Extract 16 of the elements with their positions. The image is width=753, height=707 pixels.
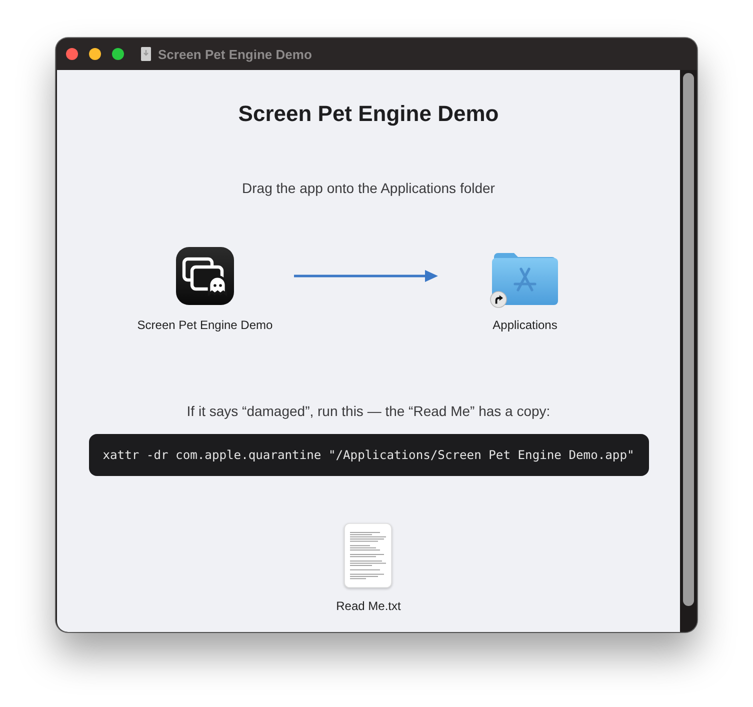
close-button[interactable] xyxy=(66,48,78,60)
minimize-button[interactable] xyxy=(89,48,101,60)
window-title: Screen Pet Engine Demo xyxy=(158,46,312,62)
document-icon xyxy=(141,47,151,61)
file-label: Read Me.txt xyxy=(336,599,401,614)
scrollbar-thumb[interactable] xyxy=(683,73,694,606)
note-text: If it says “damaged”, run this — the “Read Me” has a copy: xyxy=(186,403,550,420)
instruction-text: Drag the app onto the Applications folder xyxy=(242,180,495,197)
icon-label: Applications xyxy=(492,318,558,333)
zoom-button[interactable] xyxy=(112,48,124,60)
right-arrow-icon xyxy=(294,270,438,282)
text-file-icon[interactable] xyxy=(344,523,392,588)
heading: Screen Pet Engine Demo xyxy=(238,101,499,127)
app-icon[interactable] xyxy=(176,247,234,305)
icon-label: Screen Pet Engine Demo xyxy=(137,318,273,333)
command-code-block: xattr -dr com.apple.quarantine "/Applications/Screen Pet Engine Demo.app" xyxy=(88,434,648,476)
